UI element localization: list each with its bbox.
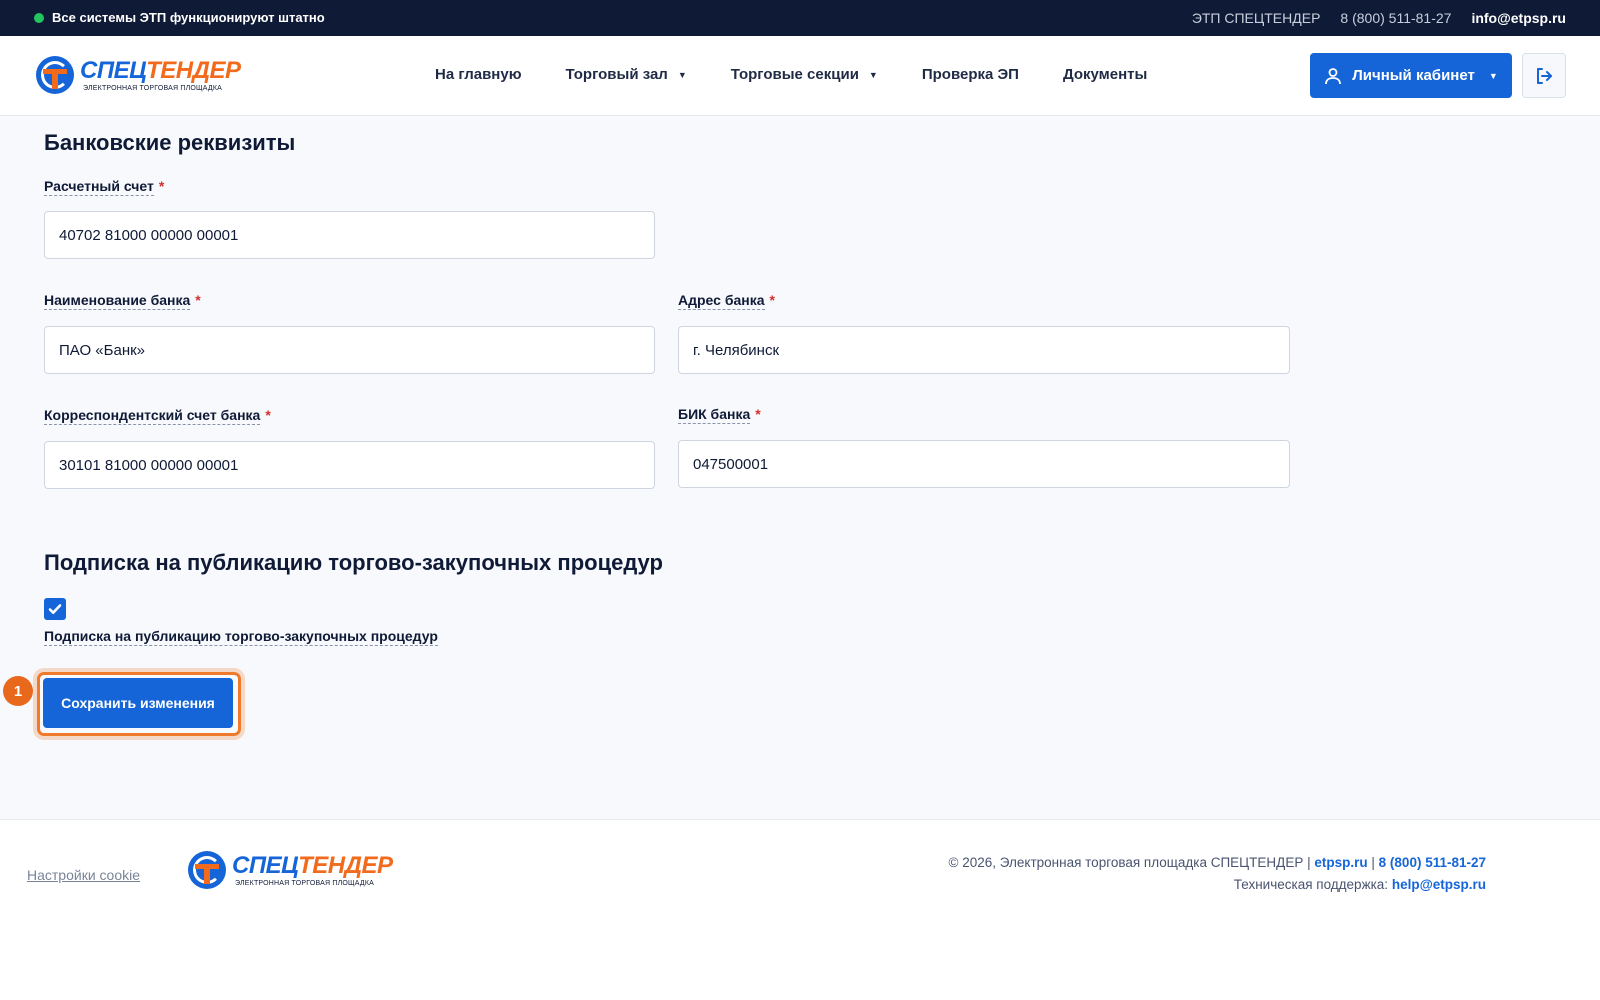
personal-cabinet-label: Личный кабинет bbox=[1352, 67, 1475, 84]
bik-field[interactable]: 047500001 bbox=[678, 440, 1290, 488]
corr-account-field[interactable]: 30101 81000 00000 00001 bbox=[44, 441, 655, 489]
logo-mark-icon bbox=[36, 56, 74, 94]
top-status-bar: Все системы ЭТП функционируют штатно ЭТП… bbox=[0, 0, 1600, 36]
checkmark-icon bbox=[48, 604, 62, 614]
system-status: Все системы ЭТП функционируют штатно bbox=[34, 10, 325, 25]
bik-value: 047500001 bbox=[693, 455, 769, 473]
account-label: Расчетный счет * bbox=[44, 178, 165, 196]
bank-address-label-text: Адрес банка bbox=[678, 292, 765, 310]
nav-item-home[interactable]: На главную bbox=[435, 66, 522, 83]
footer-logo-part2: ТЕНДЕР bbox=[298, 851, 393, 879]
footer-support-label: Техническая поддержка: bbox=[1233, 877, 1389, 892]
bank-address-field[interactable]: г. Челябинск bbox=[678, 326, 1290, 374]
logo-part1: СПЕЦ bbox=[80, 56, 147, 84]
main-content: Банковские реквизиты Расчетный счет * 407… bbox=[0, 116, 1600, 819]
system-status-text: Все системы ЭТП функционируют штатно bbox=[52, 10, 325, 25]
nav-item-check-ep[interactable]: Проверка ЭП bbox=[922, 66, 1019, 83]
site-name: ЭТП СПЕЦТЕНДЕР bbox=[1191, 10, 1321, 26]
corr-account-label: Корреспондентский счет банка * bbox=[44, 407, 271, 425]
status-indicator-icon bbox=[34, 12, 44, 23]
header-logo[interactable]: СПЕЦТЕНДЕР ЭЛЕКТРОННАЯ ТОРГОВАЯ ПЛОЩАДКА bbox=[36, 56, 241, 94]
logout-button[interactable] bbox=[1522, 53, 1566, 98]
account-value: 40702 81000 00000 00001 bbox=[59, 226, 239, 244]
logo-subtitle: ЭЛЕКТРОННАЯ ТОРГОВАЯ ПЛОЩАДКА bbox=[83, 84, 222, 92]
footer-phone-link[interactable]: 8 (800) 511-81-27 bbox=[1379, 855, 1486, 870]
subscription-checkbox-label[interactable]: Подписка на публикацию торгово-закупочны… bbox=[44, 628, 438, 646]
bank-address-value: г. Челябинск bbox=[693, 341, 780, 359]
footer-info: © 2026, Электронная торговая площадка СП… bbox=[949, 852, 1486, 896]
top-email-link[interactable]: info@etpsp.ru bbox=[1471, 10, 1566, 26]
nav-home-label: На главную bbox=[435, 66, 522, 83]
nav-documents-label: Документы bbox=[1062, 66, 1148, 83]
chevron-down-icon: ▼ bbox=[868, 69, 878, 80]
logo-part2: ТЕНДЕР bbox=[146, 56, 241, 84]
bank-name-value: ПАО «Банк» bbox=[59, 341, 146, 359]
page-footer: Настройки cookie СПЕЦТЕНДЕР ЭЛЕКТРОННАЯ … bbox=[0, 819, 1600, 1000]
required-mark: * bbox=[769, 292, 775, 308]
main-header: СПЕЦТЕНДЕР ЭЛЕКТРОННАЯ ТОРГОВАЯ ПЛОЩАДКА… bbox=[0, 36, 1600, 116]
user-icon bbox=[1325, 67, 1342, 84]
save-changes-button[interactable]: Сохранить изменения bbox=[43, 678, 233, 728]
required-mark: * bbox=[265, 407, 271, 423]
save-changes-label: Сохранить изменения bbox=[61, 695, 215, 711]
nav-trading-hall-label: Торговый зал bbox=[565, 66, 668, 83]
logo-mark-icon bbox=[188, 851, 226, 889]
corr-account-value: 30101 81000 00000 00001 bbox=[59, 456, 239, 474]
footer-logo-part1: СПЕЦ bbox=[232, 851, 299, 879]
required-mark: * bbox=[755, 406, 761, 422]
top-phone-link[interactable]: 8 (800) 511-81-27 bbox=[1340, 10, 1451, 26]
bik-label-text: БИК банка bbox=[678, 406, 751, 424]
footer-copyright: © 2026, Электронная торговая площадка СП… bbox=[948, 855, 1311, 870]
chevron-down-icon: ▼ bbox=[677, 69, 687, 80]
cookie-settings-link[interactable]: Настройки cookie bbox=[27, 867, 140, 883]
footer-site-link[interactable]: etpsp.ru bbox=[1314, 855, 1367, 870]
nav-check-ep-label: Проверка ЭП bbox=[921, 66, 1019, 83]
account-field[interactable]: 40702 81000 00000 00001 bbox=[44, 211, 655, 259]
required-mark: * bbox=[195, 292, 201, 308]
bank-name-label-text: Наименование банка bbox=[44, 292, 191, 310]
footer-support-email[interactable]: help@etpsp.ru bbox=[1392, 877, 1486, 892]
personal-cabinet-button[interactable]: Личный кабинет ▼ bbox=[1310, 53, 1512, 98]
bank-name-field[interactable]: ПАО «Банк» bbox=[44, 326, 655, 374]
bank-name-label: Наименование банка * bbox=[44, 292, 201, 310]
chevron-down-icon: ▼ bbox=[1488, 70, 1498, 81]
subscription-checkbox[interactable] bbox=[44, 598, 66, 620]
main-nav: На главную Торговый зал ▼ Торговые секции… bbox=[435, 66, 1147, 83]
bank-address-label: Адрес банка * bbox=[678, 292, 775, 310]
bik-label: БИК банка * bbox=[678, 406, 761, 424]
required-mark: * bbox=[158, 178, 165, 194]
footer-support-line: Техническая поддержка: help@etpsp.ru bbox=[949, 874, 1486, 896]
subscription-title: Подписка на публикацию торгово-закупочны… bbox=[44, 550, 663, 575]
footer-logo-subtitle: ЭЛЕКТРОННАЯ ТОРГОВАЯ ПЛОЩАДКА bbox=[235, 879, 374, 887]
footer-logo[interactable]: СПЕЦТЕНДЕР ЭЛЕКТРОННАЯ ТОРГОВАЯ ПЛОЩАДКА bbox=[188, 851, 393, 889]
footer-separator: | bbox=[1371, 855, 1375, 870]
nav-item-documents[interactable]: Документы bbox=[1063, 66, 1147, 83]
subscription-checkbox-label-text: Подписка на публикацию торгово-закупочны… bbox=[44, 628, 438, 646]
account-label-text: Расчетный счет bbox=[44, 178, 154, 196]
bank-details-title: Банковские реквизиты bbox=[44, 130, 296, 155]
nav-trading-sections-label: Торговые секции bbox=[730, 66, 859, 83]
footer-copyright-line: © 2026, Электронная торговая площадка СП… bbox=[949, 852, 1486, 874]
corr-account-label-text: Корреспондентский счет банка bbox=[44, 407, 261, 425]
nav-item-trading-hall[interactable]: Торговый зал ▼ bbox=[566, 66, 687, 83]
top-contacts: ЭТП СПЕЦТЕНДЕР 8 (800) 511-81-27 info@et… bbox=[1192, 10, 1566, 26]
step-badge: 1 bbox=[3, 676, 33, 706]
logout-icon bbox=[1537, 67, 1552, 84]
nav-item-trading-sections[interactable]: Торговые секции ▼ bbox=[731, 66, 878, 83]
